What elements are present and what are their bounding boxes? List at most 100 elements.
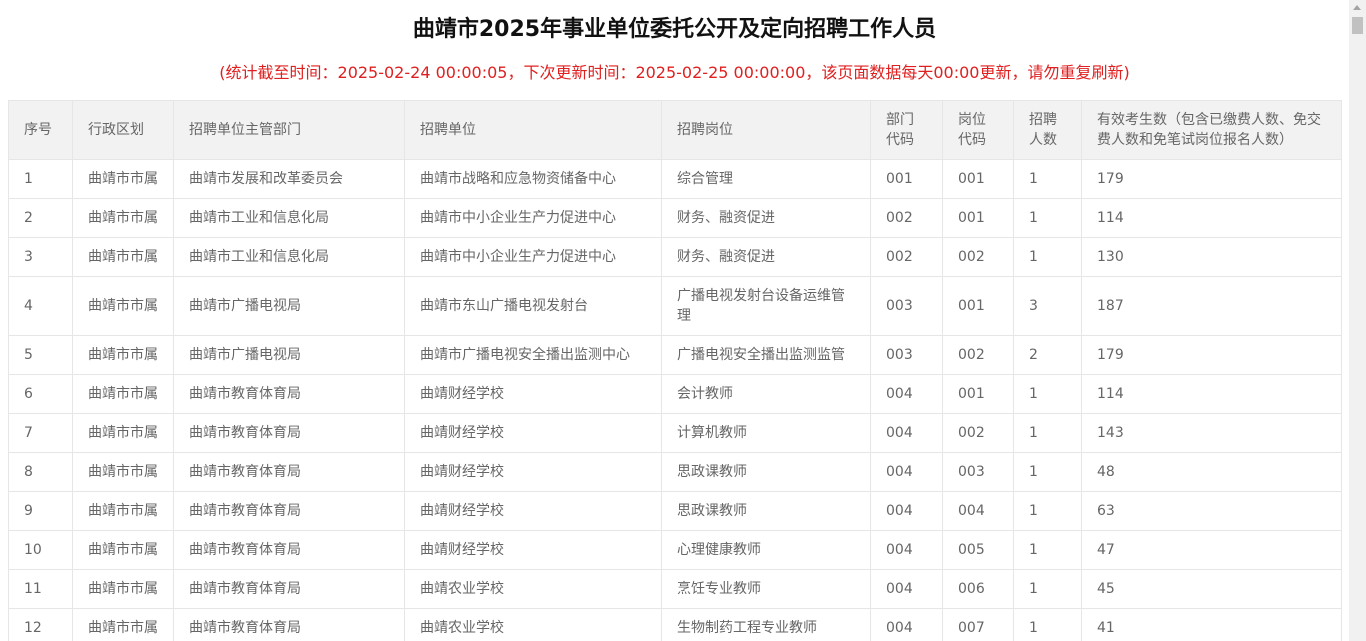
cell-col-department: 曲靖市广播电视局 — [173, 276, 405, 336]
cell-col-dept-code: 004 — [870, 374, 943, 414]
cell-col-dept-code: 001 — [870, 159, 943, 199]
cell-col-dept-code: 004 — [870, 413, 943, 453]
cell-col-index: 10 — [8, 530, 73, 570]
cell-col-valid-candidates: 47 — [1081, 530, 1342, 570]
cell-col-valid-candidates: 130 — [1081, 237, 1342, 277]
cell-col-hire-count: 1 — [1013, 530, 1082, 570]
table-row: 11 曲靖市市属 曲靖市教育体育局 曲靖农业学校 烹饪专业教师 004 006 1 45 — [8, 569, 1342, 609]
table-row: 7 曲靖市市属 曲靖市教育体育局 曲靖财经学校 计算机教师 004 002 1 143 — [8, 413, 1342, 453]
scroll-up-arrow-icon[interactable] — [1353, 5, 1361, 10]
cell-col-department: 曲靖市教育体育局 — [173, 413, 405, 453]
cell-col-position: 财务、融资促进 — [661, 198, 871, 238]
scrollbar-thumb[interactable] — [1352, 17, 1363, 34]
cell-col-position-code: 004 — [942, 491, 1014, 531]
cell-col-district: 曲靖市市属 — [72, 491, 174, 531]
header-col-district: 行政区划 — [72, 100, 174, 160]
cell-col-valid-candidates: 114 — [1081, 198, 1342, 238]
cell-col-index: 1 — [8, 159, 73, 199]
header-row: 序号 行政区划 招聘单位主管部门 招聘单位 招聘岗位 部门代码 岗位代码 招聘人数 有效考生数（… — [8, 100, 1342, 160]
cell-col-index: 5 — [8, 335, 73, 375]
table-row: 2 曲靖市市属 曲靖市工业和信息化局 曲靖市中小企业生产力促进中心 财务、融资促进 002… — [8, 198, 1342, 238]
table-row: 6 曲靖市市属 曲靖市教育体育局 曲靖财经学校 会计教师 004 001 1 114 — [8, 374, 1342, 414]
header-col-index: 序号 — [8, 100, 73, 160]
cell-col-position-code: 001 — [942, 198, 1014, 238]
cell-col-department: 曲靖市工业和信息化局 — [173, 198, 405, 238]
table-row: 3 曲靖市市属 曲靖市工业和信息化局 曲靖市中小企业生产力促进中心 财务、融资促进 002… — [8, 237, 1342, 277]
cell-col-unit: 曲靖市战略和应急物资储备中心 — [404, 159, 662, 199]
header-col-position: 招聘岗位 — [661, 100, 871, 160]
cell-col-position-code: 001 — [942, 159, 1014, 199]
cell-col-position-code: 007 — [942, 608, 1014, 641]
cell-col-index: 8 — [8, 452, 73, 492]
cell-col-valid-candidates: 179 — [1081, 335, 1342, 375]
table-row: 12 曲靖市市属 曲靖市教育体育局 曲靖农业学校 生物制药工程专业教师 004 007 1 41 — [8, 608, 1342, 641]
cell-col-unit: 曲靖市中小企业生产力促进中心 — [404, 198, 662, 238]
cell-col-dept-code: 003 — [870, 335, 943, 375]
cell-col-unit: 曲靖财经学校 — [404, 452, 662, 492]
update-notice: (统计截至时间：2025-02-24 00:00:05，下次更新时间：2025-… — [219, 63, 1130, 82]
cell-col-index: 11 — [8, 569, 73, 609]
cell-col-index: 7 — [8, 413, 73, 453]
cell-col-unit: 曲靖市东山广播电视发射台 — [404, 276, 662, 336]
cell-col-unit: 曲靖财经学校 — [404, 413, 662, 453]
cell-col-dept-code: 004 — [870, 569, 943, 609]
cell-col-unit: 曲靖市广播电视安全播出监测中心 — [404, 335, 662, 375]
cell-col-department: 曲靖市教育体育局 — [173, 374, 405, 414]
cell-col-valid-candidates: 143 — [1081, 413, 1342, 453]
cell-col-position-code: 005 — [942, 530, 1014, 570]
cell-col-hire-count: 1 — [1013, 198, 1082, 238]
table-row: 4 曲靖市市属 曲靖市广播电视局 曲靖市东山广播电视发射台 广播电视发射台设备运维管理 0… — [8, 276, 1342, 336]
cell-col-unit: 曲靖农业学校 — [404, 608, 662, 641]
page: 曲靖市2025年事业单位委托公开及定向招聘工作人员 (统计截至时间：2025-0… — [0, 0, 1366, 641]
cell-col-district: 曲靖市市属 — [72, 608, 174, 641]
cell-col-department: 曲靖市教育体育局 — [173, 491, 405, 531]
cell-col-position: 思政课教师 — [661, 452, 871, 492]
cell-col-district: 曲靖市市属 — [72, 530, 174, 570]
cell-col-valid-candidates: 179 — [1081, 159, 1342, 199]
cell-col-hire-count: 1 — [1013, 608, 1082, 641]
cell-col-hire-count: 1 — [1013, 569, 1082, 609]
cell-col-department: 曲靖市发展和改革委员会 — [173, 159, 405, 199]
cell-col-position: 财务、融资促进 — [661, 237, 871, 277]
cell-col-hire-count: 1 — [1013, 452, 1082, 492]
table-row: 10 曲靖市市属 曲靖市教育体育局 曲靖财经学校 心理健康教师 004 005 1 47 — [8, 530, 1342, 570]
header-col-department: 招聘单位主管部门 — [173, 100, 405, 160]
cell-col-district: 曲靖市市属 — [72, 569, 174, 609]
table-row: 5 曲靖市市属 曲靖市广播电视局 曲靖市广播电视安全播出监测中心 广播电视安全播出监测监… — [8, 335, 1342, 375]
cell-col-position: 烹饪专业教师 — [661, 569, 871, 609]
cell-col-index: 4 — [8, 276, 73, 336]
header-col-dept-code: 部门代码 — [870, 100, 943, 160]
cell-col-index: 12 — [8, 608, 73, 641]
cell-col-dept-code: 004 — [870, 608, 943, 641]
cell-col-hire-count: 1 — [1013, 491, 1082, 531]
header-col-position-code: 岗位代码 — [942, 100, 1014, 160]
cell-col-district: 曲靖市市属 — [72, 374, 174, 414]
cell-col-unit: 曲靖财经学校 — [404, 491, 662, 531]
cell-col-position: 会计教师 — [661, 374, 871, 414]
cell-col-dept-code: 003 — [870, 276, 943, 336]
cell-col-position: 广播电视发射台设备运维管理 — [661, 276, 871, 336]
cell-col-department: 曲靖市教育体育局 — [173, 608, 405, 641]
header-col-hire-count: 招聘人数 — [1013, 100, 1082, 160]
cell-col-department: 曲靖市教育体育局 — [173, 530, 405, 570]
cell-col-position-code: 002 — [942, 237, 1014, 277]
cell-col-hire-count: 1 — [1013, 374, 1082, 414]
page-title: 曲靖市2025年事业单位委托公开及定向招聘工作人员 — [412, 17, 937, 42]
recruitment-table: 序号 行政区划 招聘单位主管部门 招聘单位 招聘岗位 部门代码 岗位代码 招聘人数 有效考生数（… — [8, 100, 1342, 641]
cell-col-hire-count: 1 — [1013, 237, 1082, 277]
cell-col-district: 曲靖市市属 — [72, 159, 174, 199]
cell-col-hire-count: 1 — [1013, 159, 1082, 199]
cell-col-hire-count: 3 — [1013, 276, 1082, 336]
table-body: 1 曲靖市市属 曲靖市发展和改革委员会 曲靖市战略和应急物资储备中心 综合管理 001 00… — [8, 159, 1342, 641]
cell-col-position-code: 002 — [942, 335, 1014, 375]
cell-col-index: 3 — [8, 237, 73, 277]
cell-col-department: 曲靖市教育体育局 — [173, 452, 405, 492]
cell-col-department: 曲靖市教育体育局 — [173, 569, 405, 609]
table-row: 9 曲靖市市属 曲靖市教育体育局 曲靖财经学校 思政课教师 004 004 1 63 — [8, 491, 1342, 531]
cell-col-district: 曲靖市市属 — [72, 276, 174, 336]
cell-col-dept-code: 002 — [870, 237, 943, 277]
table-row: 1 曲靖市市属 曲靖市发展和改革委员会 曲靖市战略和应急物资储备中心 综合管理 001 00… — [8, 159, 1342, 199]
cell-col-valid-candidates: 48 — [1081, 452, 1342, 492]
vertical-scrollbar[interactable] — [1349, 0, 1366, 641]
cell-col-dept-code: 004 — [870, 491, 943, 531]
